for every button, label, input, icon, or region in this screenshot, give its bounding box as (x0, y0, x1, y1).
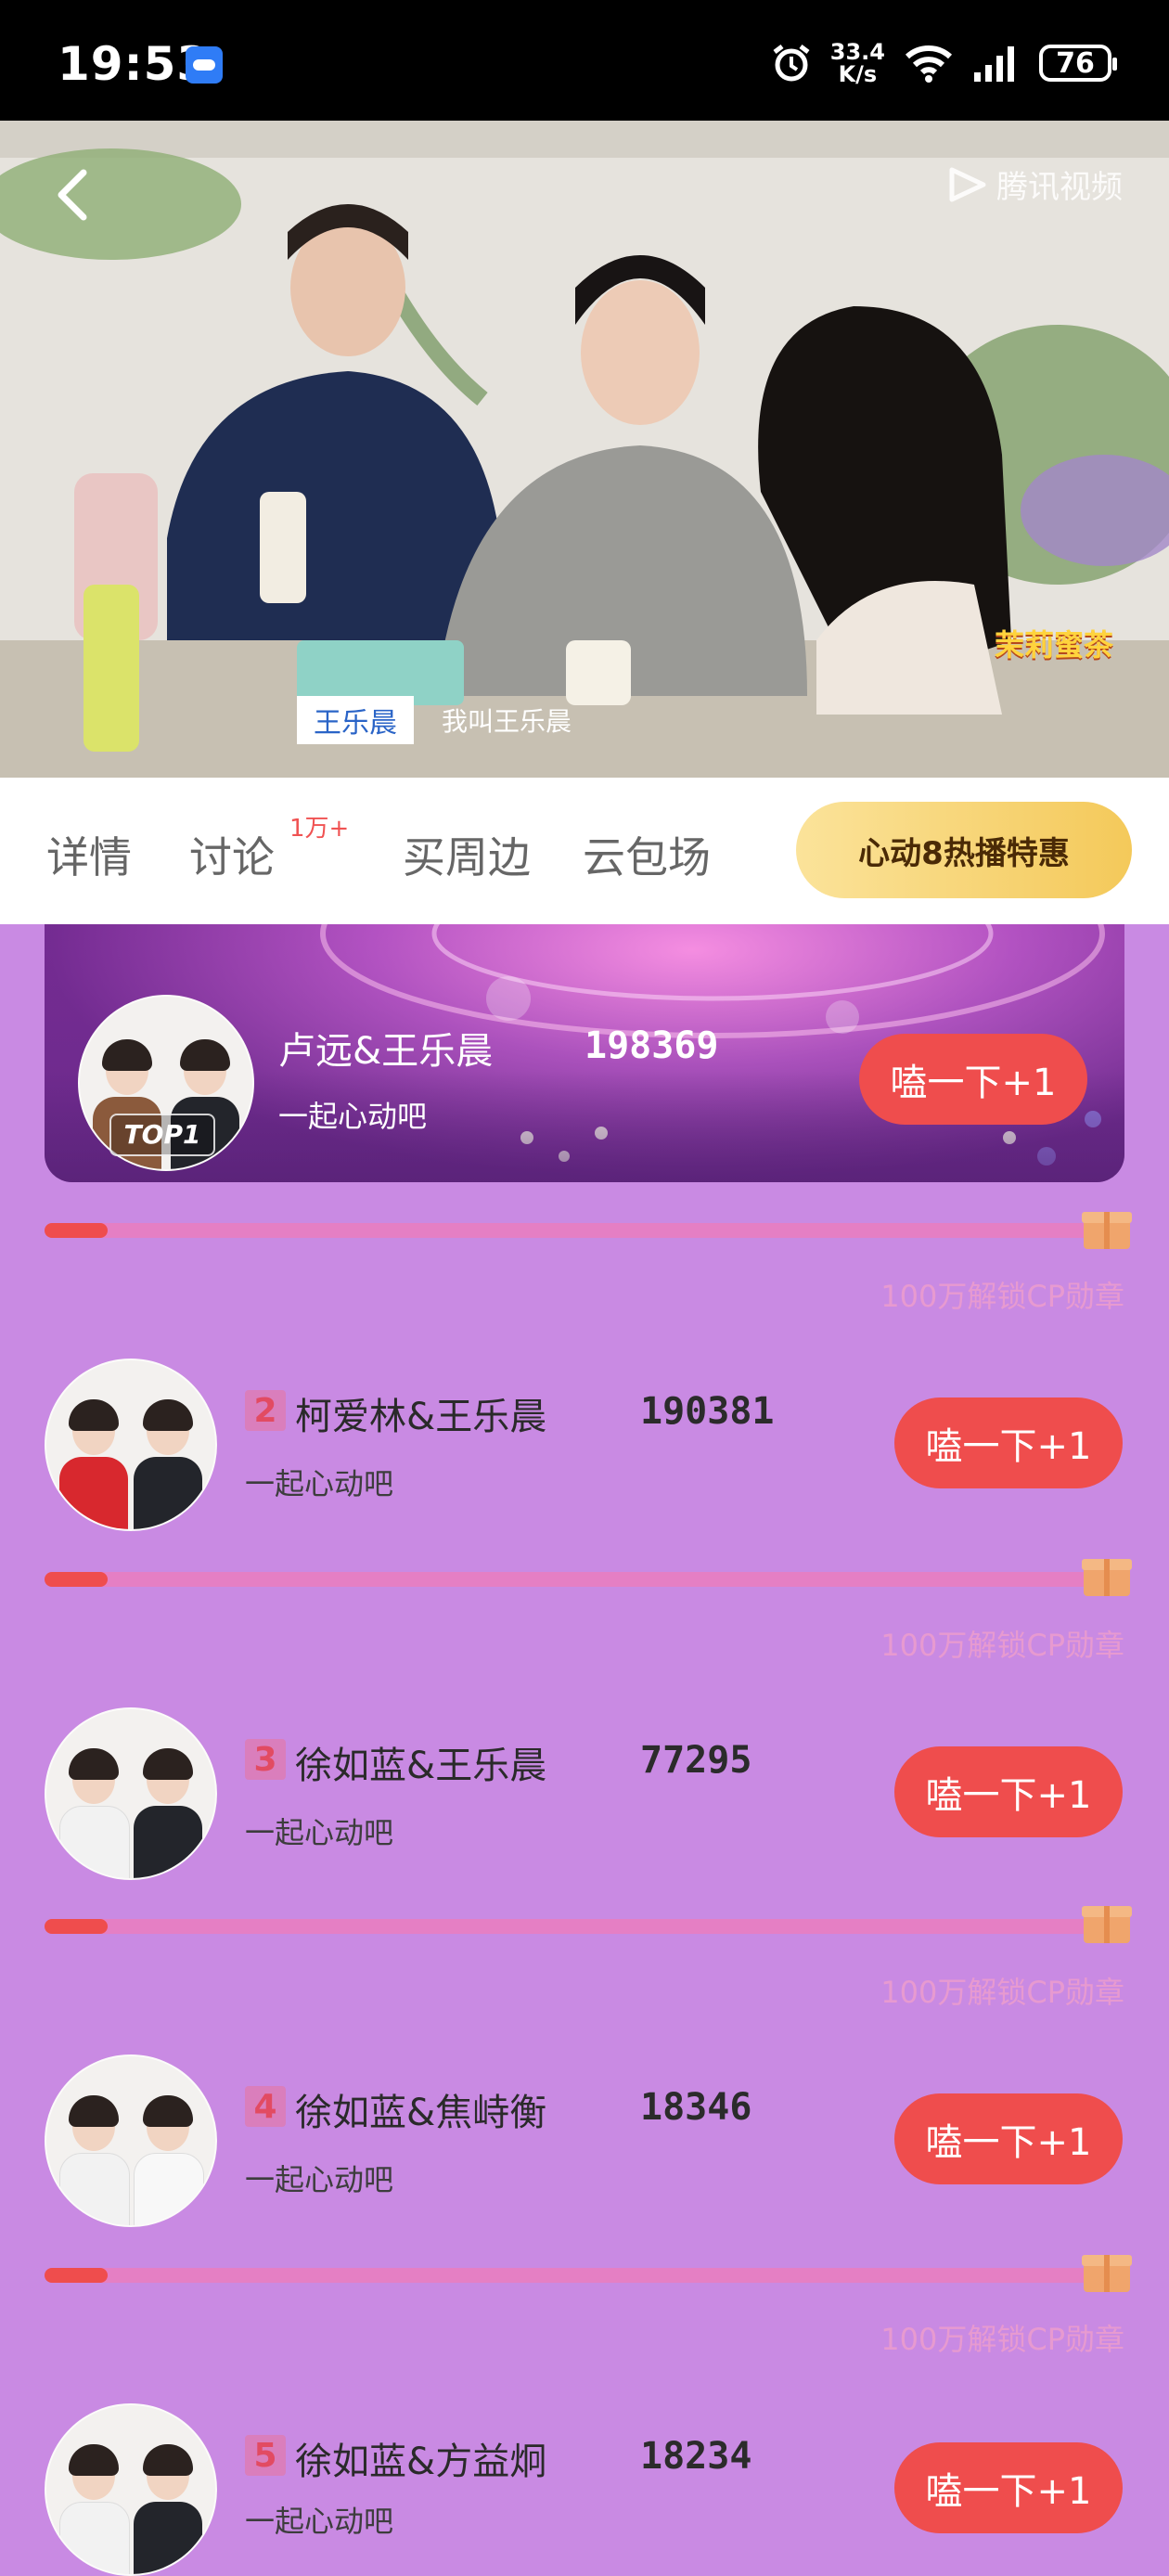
progress-fill (45, 1572, 108, 1587)
video-player[interactable]: 腾讯视频 茉莉蜜茶 王乐晨 我叫王乐晨 (0, 121, 1169, 778)
avatar-person (52, 2435, 135, 2574)
progress-bar-rank-3 (45, 1919, 1093, 1934)
progress-bar-rank-4 (45, 2268, 1093, 2283)
unlock-hint: 100万解锁CP勋章 (880, 1279, 1124, 1314)
avatar-rank-4 (45, 2054, 217, 2227)
avatar-person (126, 2086, 210, 2225)
vote-count: 18346 (640, 2086, 752, 2129)
avatar-rank-5 (45, 2403, 217, 2576)
network-speed-value: 33.4 (829, 39, 885, 65)
top1-tag: TOP1 (109, 1114, 215, 1156)
rank-number: 4 (245, 2086, 286, 2127)
avatar-person (126, 2435, 210, 2574)
tencent-video-logo-icon (949, 167, 986, 201)
pair-name: 徐如蓝&焦峙衡 (295, 2092, 547, 2134)
avatar-person (126, 1739, 210, 1878)
gift-box-icon (1082, 1899, 1132, 1943)
cheer-button[interactable]: 嗑一下+1 (894, 1397, 1123, 1488)
rank-number: 2 (245, 1390, 286, 1431)
vote-count: 190381 (640, 1390, 775, 1433)
brand-badge: 茉莉蜜茶 (994, 627, 1113, 663)
vote-count: 198369 (584, 1024, 719, 1067)
cheer-button[interactable]: 嗑一下+1 (859, 1034, 1087, 1125)
pair-subtitle: 一起心动吧 (278, 1099, 428, 1134)
rank-number: 3 (245, 1739, 286, 1780)
wifi-icon (905, 45, 953, 83)
promo-button[interactable]: 心动8热播特惠 (796, 802, 1132, 898)
pair-subtitle: 一起心动吧 (245, 2162, 394, 2197)
tencent-video-watermark: 腾讯视频 (946, 161, 1123, 207)
pair-name: 柯爱林&王乐晨 (295, 1396, 547, 1438)
pair-name: 徐如蓝&王乐晨 (295, 1745, 547, 1787)
battery-indicator: 76 (1039, 45, 1117, 82)
tab-bar: 详情 讨论 1万+ 买周边 云包场 心动8热播特惠 (0, 778, 1169, 924)
tab-details[interactable]: 详情 (46, 824, 132, 885)
tab-discussion[interactable]: 讨论 (189, 824, 275, 885)
pair-name: 徐如蓝&方益炯 (295, 2441, 547, 2483)
cheer-button[interactable]: 嗑一下+1 (894, 2093, 1123, 2184)
tab-merchandise[interactable]: 买周边 (403, 824, 531, 885)
cheer-button[interactable]: 嗑一下+1 (894, 1746, 1123, 1837)
unlock-hint: 100万解锁CP勋章 (880, 2322, 1124, 2357)
unlock-hint: 100万解锁CP勋章 (880, 1975, 1124, 2010)
pair-subtitle: 一起心动吧 (245, 1466, 394, 1501)
avatar-person (52, 2086, 135, 2225)
gift-box-icon (1082, 1204, 1132, 1249)
progress-fill (45, 2268, 108, 2283)
avatar-person (52, 1739, 135, 1878)
unlock-hint: 100万解锁CP勋章 (880, 1628, 1124, 1663)
progress-fill (45, 1919, 108, 1934)
app-notification-icon (186, 46, 223, 84)
avatar-rank-2 (45, 1359, 217, 1531)
pair-subtitle: 一起心动吧 (245, 1815, 394, 1850)
gift-box-icon (1082, 1552, 1132, 1596)
gift-box-icon (1082, 2248, 1132, 2292)
pair-name: 卢远&王乐晨 (278, 1030, 494, 1073)
caption-text: 我叫王乐晨 (442, 706, 572, 737)
back-arrow-icon[interactable] (50, 165, 95, 225)
caption-name: 王乐晨 (297, 696, 414, 744)
vote-count: 18234 (640, 2435, 752, 2478)
discussion-count-badge: 1万+ (289, 815, 350, 843)
watermark-text: 腾讯视频 (996, 169, 1123, 206)
alarm-icon (773, 45, 810, 82)
status-bar: 19:53 33.4 K/s 76 (0, 0, 1169, 121)
signal-icon (974, 46, 1014, 82)
avatar-person (52, 1390, 135, 1529)
progress-bar-rank-2 (45, 1572, 1093, 1587)
tab-cloud-screening[interactable]: 云包场 (583, 824, 711, 885)
status-icons: 33.4 K/s 76 (771, 39, 1117, 87)
pair-subtitle: 一起心动吧 (245, 2504, 394, 2539)
rank-number: 5 (245, 2435, 286, 2476)
vote-count: 77295 (640, 1739, 752, 1782)
network-speed: 33.4 K/s (830, 41, 885, 85)
subtitle-caption: 王乐晨 我叫王乐晨 (297, 696, 572, 744)
progress-bar-top1 (45, 1223, 1093, 1238)
network-speed-unit: K/s (838, 61, 878, 87)
cheer-button[interactable]: 嗑一下+1 (894, 2442, 1123, 2533)
avatar-rank-3 (45, 1707, 217, 1880)
avatar-person (126, 1390, 210, 1529)
progress-fill (45, 1223, 108, 1238)
video-scene (0, 121, 1169, 778)
top1-card: TOP1 卢远&王乐晨 一起心动吧 198369 嗑一下+1 (45, 924, 1124, 1182)
